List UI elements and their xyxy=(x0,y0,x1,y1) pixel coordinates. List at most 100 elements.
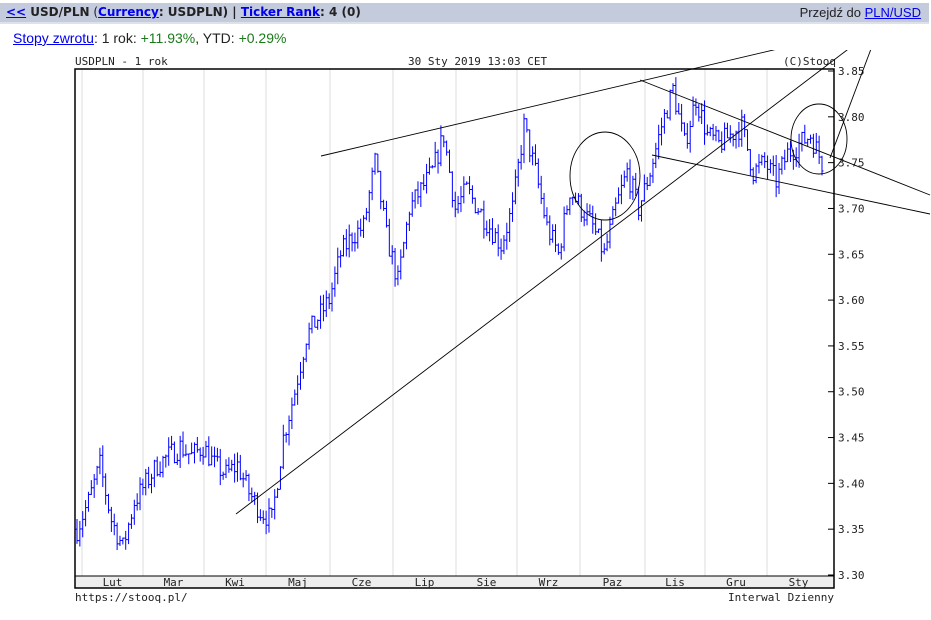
ticker-rank-link[interactable]: Ticker Rank xyxy=(241,5,320,19)
ohlc-bar xyxy=(725,122,729,139)
ohlc-bar xyxy=(284,432,288,443)
ohlc-bar xyxy=(648,172,652,187)
ohlc-bar xyxy=(488,219,492,242)
ohlc-bar xyxy=(422,174,426,191)
ohlc-bar xyxy=(565,205,569,215)
ohlc-bar xyxy=(657,124,661,160)
ohlc-bar xyxy=(597,228,600,233)
ohlc-bar xyxy=(178,435,182,468)
ohlc-bar xyxy=(376,153,380,173)
ohlc-bar xyxy=(307,322,311,350)
ohlc-bar xyxy=(496,224,500,257)
symbol: USD/PLN xyxy=(30,5,90,19)
ohlc-bar xyxy=(777,162,781,195)
ohlc-bar xyxy=(462,176,466,204)
returns-link[interactable]: Stopy zwrotu xyxy=(13,30,94,46)
ohlc-bar xyxy=(261,510,265,524)
ohlc-bar xyxy=(465,181,469,185)
ohlc-bar xyxy=(674,77,678,115)
ohlc-bar xyxy=(190,442,194,455)
ohlc-bar xyxy=(344,229,348,257)
ohlc-bar xyxy=(393,248,397,287)
ohlc-bar xyxy=(551,224,555,243)
ohlc-bar xyxy=(115,522,119,551)
ohlc-bar xyxy=(700,103,704,125)
month-label: Maj xyxy=(288,576,308,589)
ohlc-bar xyxy=(485,220,489,237)
ohlc-bar xyxy=(86,491,90,512)
ohlc-bar xyxy=(605,233,609,252)
ohlc-bar xyxy=(774,154,778,198)
ohlc-bar xyxy=(290,397,294,430)
ohlc-bar xyxy=(78,520,82,547)
ohlc-bar xyxy=(528,129,532,163)
ohlc-bar xyxy=(359,218,363,237)
y-tick-label: 3.40 xyxy=(838,477,865,490)
ohlc-bar xyxy=(319,295,323,329)
ohlc-bar xyxy=(539,175,543,205)
ohlc-bar xyxy=(470,185,474,204)
ohlc-bar xyxy=(680,103,684,132)
ohlc-bar xyxy=(121,537,125,545)
y-tick-label: 3.65 xyxy=(838,248,865,261)
ohlc-bar xyxy=(668,89,672,121)
ohlc-bar xyxy=(433,141,437,168)
ohlc-bar xyxy=(743,114,747,138)
ohlc-bar xyxy=(316,319,320,330)
ohlc-bar xyxy=(625,162,629,182)
ohlc-bar xyxy=(760,154,764,166)
footer-url[interactable]: https://stooq.pl/ xyxy=(75,591,188,604)
y-tick-label: 3.80 xyxy=(838,111,865,124)
ohlc-bar xyxy=(75,519,79,544)
ohlc-bar xyxy=(728,125,732,143)
ohlc-bar xyxy=(634,172,638,197)
ohlc-bar xyxy=(662,108,666,134)
ohlc-bar xyxy=(350,232,354,252)
ohlc-bar xyxy=(562,206,566,252)
ohlc-bar xyxy=(150,473,153,494)
ohlc-bar xyxy=(147,466,151,489)
ohlc-bar xyxy=(167,437,171,466)
ohlc-bar xyxy=(591,205,595,234)
ohlc-bar xyxy=(416,181,420,205)
ohlc-bar xyxy=(241,472,245,488)
currency-link[interactable]: Currency xyxy=(98,5,159,19)
ohlc-bar xyxy=(339,250,343,268)
chart-date: 30 Sty 2019 13:03 CET xyxy=(408,55,547,68)
ohlc-bar xyxy=(711,123,715,141)
ohlc-bar xyxy=(703,100,707,145)
ohlc-bar xyxy=(723,122,727,151)
ohlc-bar xyxy=(207,436,211,467)
ohlc-bar xyxy=(215,447,219,462)
price-chart[interactable]: USDPLN - 1 rok 30 Sty 2019 13:03 CET (C)… xyxy=(0,50,931,620)
ticker-info: << USD/PLN (Currency: USDPLN) | Ticker R… xyxy=(6,5,361,19)
ohlc-bar xyxy=(697,104,701,122)
footer-interval: Interwal Dzienny xyxy=(728,591,834,604)
ohlc-bar xyxy=(513,169,517,205)
chart-title: USDPLN - 1 rok xyxy=(75,55,168,68)
paren: ( xyxy=(89,5,99,19)
month-label: Kwi xyxy=(225,576,245,589)
ohlc-bar xyxy=(370,167,374,201)
ohlc-bar xyxy=(425,163,429,194)
x-axis-band xyxy=(75,576,834,588)
ohlc-bar xyxy=(473,197,477,214)
y-tick-label: 3.70 xyxy=(838,202,865,215)
ohlc-bar xyxy=(448,149,451,173)
back-link[interactable]: << xyxy=(6,5,26,19)
ohlc-bar xyxy=(238,454,242,481)
header-bar: << USD/PLN (Currency: USDPLN) | Ticker R… xyxy=(0,3,929,24)
ohlc-bar xyxy=(499,238,503,260)
ohlc-bar xyxy=(682,122,686,136)
y-tick-label: 3.50 xyxy=(838,386,865,399)
ticker-rank-value: : 4 (0) xyxy=(320,5,361,19)
ohlc-bar xyxy=(490,218,494,245)
ohlc-bar xyxy=(459,186,463,213)
pln-usd-link[interactable]: PLN/USD xyxy=(865,5,921,20)
ohlc-bar xyxy=(118,535,122,546)
ohlc-bar xyxy=(748,149,752,176)
ohlc-bar xyxy=(235,452,239,482)
goto-inverse: Przejdź do PLN/USD xyxy=(800,5,921,20)
ohlc-bar xyxy=(531,146,535,166)
ohlc-bar xyxy=(439,125,443,167)
